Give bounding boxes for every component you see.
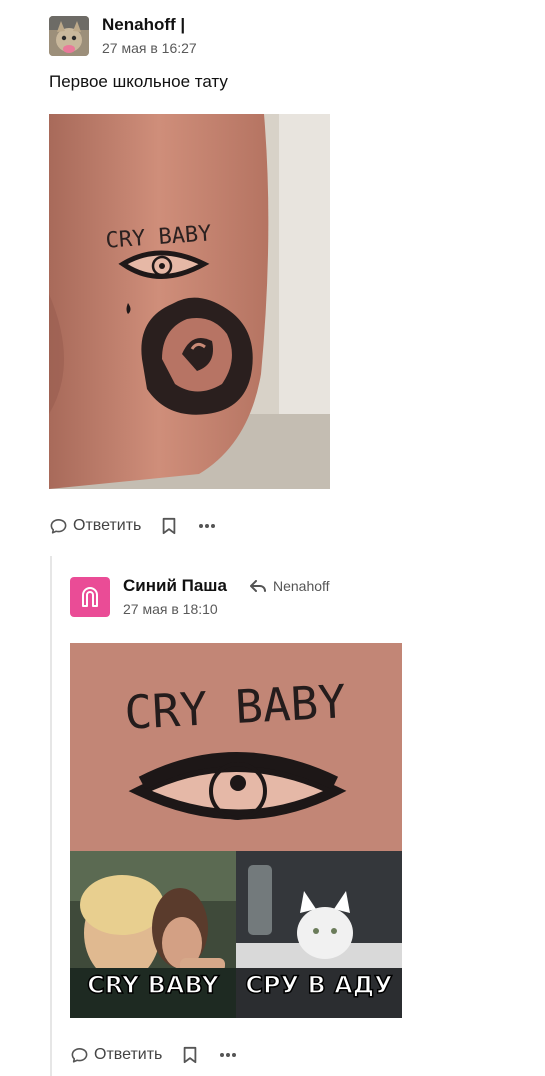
author-name[interactable]: Синий Паша	[123, 576, 227, 596]
meme-caption-right: СРУ В АДУ	[245, 971, 392, 999]
reply-thread-line	[50, 556, 52, 1076]
user-avatar[interactable]	[49, 16, 89, 56]
comment-actions: Ответить	[70, 1043, 237, 1067]
reply-label: Ответить	[94, 1046, 163, 1063]
reply-label: Ответить	[73, 517, 142, 534]
comment-actions: Ответить	[49, 514, 216, 538]
reply-to-link[interactable]: Nenahoff	[250, 578, 330, 594]
bookmark-button[interactable]	[182, 1046, 198, 1064]
author-name[interactable]: Nenahoff |	[102, 15, 185, 35]
more-dots-icon	[199, 524, 216, 528]
more-button[interactable]	[198, 523, 216, 529]
cat-avatar-icon	[49, 16, 89, 56]
speech-bubble-icon	[50, 518, 67, 534]
comment-date[interactable]: 27 мая в 18:10	[123, 601, 218, 617]
attached-photo[interactable]: CRY BABY	[49, 114, 330, 489]
user-avatar[interactable]	[70, 577, 110, 617]
reply-arrow-icon	[250, 579, 266, 592]
attached-photo[interactable]: CRY BABY CRY BABY СРУ В АДУ	[70, 643, 402, 1018]
more-button[interactable]	[219, 1052, 237, 1058]
more-dots-icon	[220, 1053, 237, 1057]
bookmark-button[interactable]	[161, 517, 177, 535]
magnet-icon	[82, 587, 98, 607]
bookmark-icon	[163, 517, 176, 535]
meme-caption-left: CRY BABY	[87, 971, 219, 999]
comment-date[interactable]: 27 мая в 16:27	[102, 40, 197, 56]
meme-image: CRY BABY CRY BABY СРУ В АДУ	[70, 643, 402, 1018]
comment-text: Первое школьное тату	[49, 72, 228, 91]
reply-button[interactable]: Ответить	[49, 517, 141, 536]
bookmark-icon	[184, 1046, 197, 1064]
speech-bubble-icon	[71, 1047, 88, 1063]
tattoo-photo-image: CRY BABY	[49, 114, 330, 489]
reply-to-name: Nenahoff	[273, 578, 330, 594]
reply-button[interactable]: Ответить	[70, 1046, 162, 1065]
